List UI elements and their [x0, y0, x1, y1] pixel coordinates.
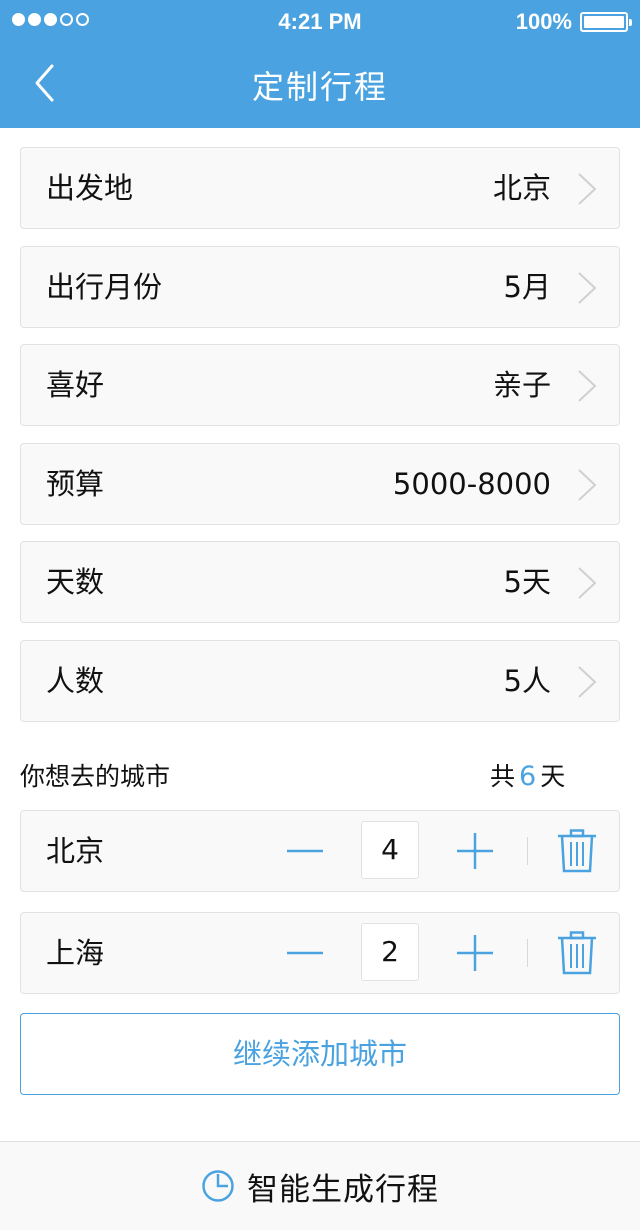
form-row-days[interactable]: 天数 5天	[20, 541, 620, 623]
divider	[527, 939, 528, 967]
city-name: 北京	[46, 834, 105, 868]
battery-icon	[580, 12, 632, 32]
trash-icon[interactable]	[557, 829, 597, 873]
battery-percent: 100%	[515, 9, 572, 34]
minus-icon[interactable]	[285, 831, 325, 871]
form-row-value: 5人	[503, 664, 551, 698]
total-days-count: 6	[519, 761, 537, 792]
form-row-value: 北京	[492, 171, 551, 205]
chevron-right-icon	[578, 666, 597, 698]
form-row-label: 出行月份	[46, 270, 163, 304]
chevron-right-icon	[578, 272, 597, 304]
status-bar: 4:21 PM 100%	[0, 0, 640, 44]
minus-icon[interactable]	[285, 933, 325, 973]
city-row: 上海 2	[20, 912, 620, 994]
form-row-departure[interactable]: 出发地 北京	[20, 147, 620, 229]
form-row-label: 人数	[46, 664, 105, 698]
form-row-preference[interactable]: 喜好 亲子	[20, 344, 620, 426]
form-row-value: 5000-8000	[392, 467, 551, 501]
form-row-budget[interactable]: 预算 5000-8000	[20, 443, 620, 525]
form-row-label: 出发地	[46, 171, 134, 205]
generate-itinerary-button[interactable]: 智能生成行程	[0, 1141, 640, 1230]
chevron-right-icon	[578, 567, 597, 599]
footer-content: 智能生成行程	[0, 1142, 640, 1230]
city-row: 北京 4	[20, 810, 620, 892]
clock-icon	[202, 1170, 234, 1202]
add-city-button[interactable]: 继续添加城市	[20, 1013, 620, 1095]
chevron-right-icon	[578, 173, 597, 205]
form-row-month[interactable]: 出行月份 5月	[20, 246, 620, 328]
total-days-suffix: 天	[540, 762, 566, 791]
trash-icon[interactable]	[557, 931, 597, 975]
form-row-label: 喜好	[46, 368, 105, 402]
divider	[527, 837, 528, 865]
plus-icon[interactable]	[455, 933, 495, 973]
form-row-label: 天数	[46, 565, 105, 599]
city-name: 上海	[46, 936, 105, 970]
cities-section-label: 你想去的城市	[20, 762, 171, 791]
chevron-right-icon	[578, 469, 597, 501]
chevron-right-icon	[578, 370, 597, 402]
total-days-prefix: 共	[490, 762, 516, 791]
page-title: 定制行程	[251, 68, 388, 106]
form-row-people[interactable]: 人数 5人	[20, 640, 620, 722]
form-row-value: 亲子	[492, 368, 551, 402]
city-days-value[interactable]: 4	[361, 821, 419, 879]
footer-label: 智能生成行程	[247, 1171, 439, 1208]
header: 4:21 PM 100% 定制行程	[0, 0, 640, 128]
nav-bar: 定制行程	[0, 44, 640, 128]
form-row-value: 5天	[503, 565, 551, 599]
total-days-summary: 共6天	[490, 760, 565, 794]
form-row-label: 预算	[46, 467, 105, 501]
plus-icon[interactable]	[455, 831, 495, 871]
form-row-value: 5月	[503, 270, 551, 304]
city-days-value[interactable]: 2	[361, 923, 419, 981]
